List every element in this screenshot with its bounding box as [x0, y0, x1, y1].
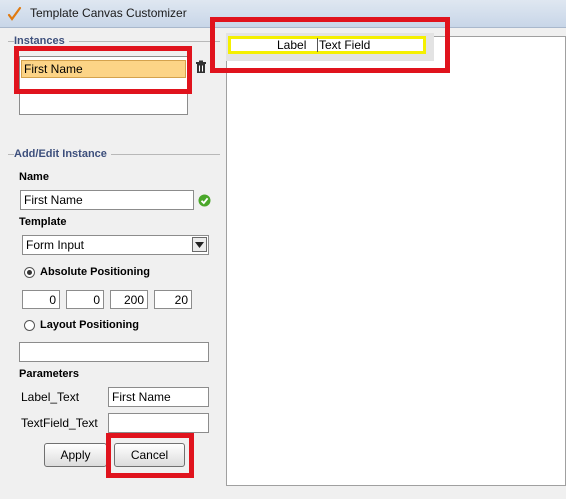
- absolute-positioning-radio[interactable]: [24, 267, 35, 278]
- dropdown-arrow-icon[interactable]: [192, 237, 207, 252]
- layout-input[interactable]: [19, 342, 209, 362]
- add-edit-section-title: Add/Edit Instance: [14, 148, 111, 160]
- checkmark-icon: [198, 194, 211, 207]
- highlight-box-cancel: [106, 433, 194, 478]
- window-title: Template Canvas Customizer: [30, 6, 187, 20]
- position-height-input[interactable]: 20: [154, 290, 192, 309]
- param-textfield-text-name: TextField_Text: [21, 416, 98, 430]
- highlight-box-canvas: [210, 17, 450, 73]
- template-select-value: Form Input: [26, 238, 85, 252]
- edit-pencil-icon: [7, 6, 22, 21]
- name-input[interactable]: First Name: [20, 190, 194, 210]
- name-label: Name: [19, 171, 49, 183]
- layout-positioning-label: Layout Positioning: [40, 319, 139, 331]
- parameters-label: Parameters: [19, 368, 79, 380]
- template-label: Template: [19, 216, 67, 228]
- param-label-text-input[interactable]: First Name: [108, 387, 209, 407]
- highlight-box-instance: [14, 46, 192, 94]
- apply-button-label: Apply: [60, 448, 91, 462]
- position-x-input[interactable]: 0: [22, 290, 60, 309]
- param-textfield-text-input[interactable]: [108, 413, 209, 433]
- position-width-input[interactable]: 200: [110, 290, 148, 309]
- absolute-positioning-label: Absolute Positioning: [40, 266, 150, 278]
- position-y-input[interactable]: 0: [66, 290, 104, 309]
- radio-selected-dot: [27, 270, 32, 275]
- param-label-text-name: Label_Text: [21, 390, 80, 404]
- template-select[interactable]: Form Input: [22, 235, 209, 255]
- apply-button[interactable]: Apply: [44, 443, 107, 467]
- layout-positioning-radio[interactable]: [24, 320, 35, 331]
- template-canvas[interactable]: [226, 36, 566, 486]
- trash-icon[interactable]: [195, 60, 207, 74]
